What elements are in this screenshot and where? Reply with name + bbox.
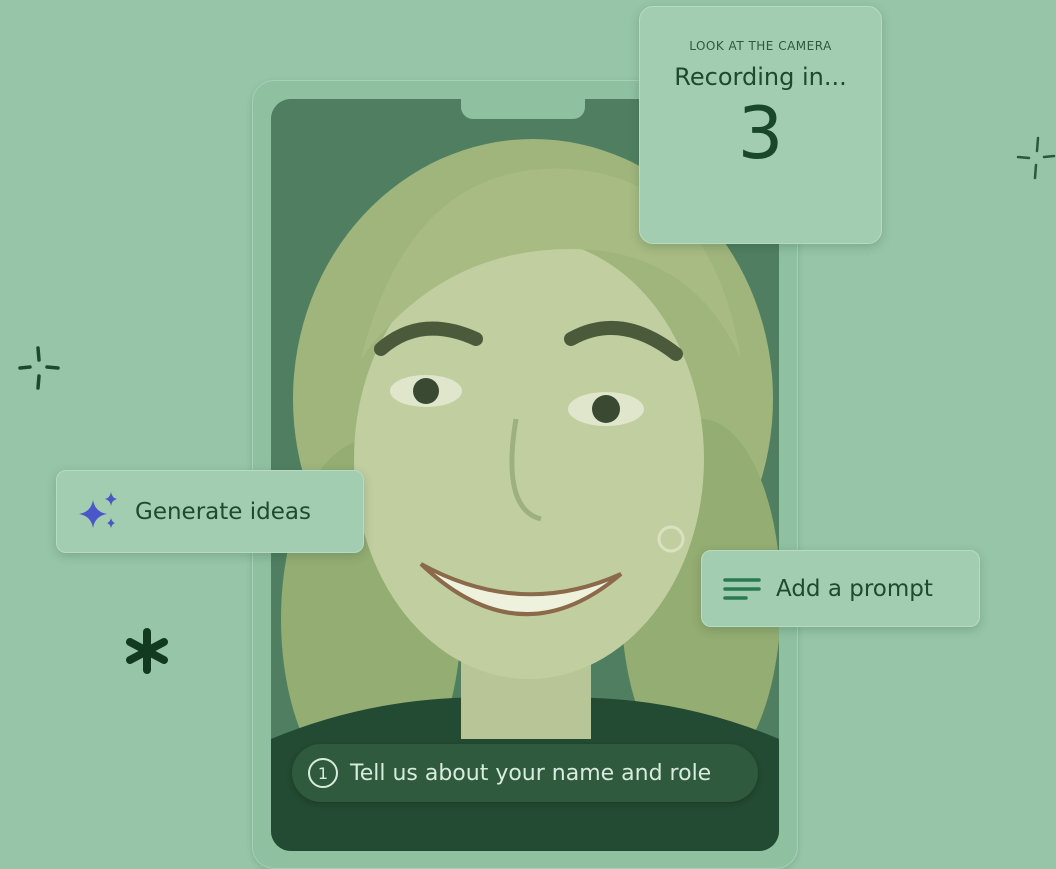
sparkle-decor-left (18, 346, 60, 390)
add-prompt-button[interactable]: Add a prompt (701, 550, 980, 627)
recording-eyebrow: LOOK AT THE CAMERA (689, 39, 832, 53)
question-number-badge: 1 (308, 758, 338, 788)
phone-notch (461, 99, 585, 119)
add-prompt-label: Add a prompt (776, 575, 933, 602)
question-text: Tell us about your name and role (350, 760, 712, 786)
sparkle-decor-right (1016, 136, 1056, 180)
asterisk-decor-icon (126, 628, 168, 674)
generate-ideas-label: Generate ideas (135, 498, 311, 525)
recording-title: Recording in... (674, 63, 847, 91)
lines-icon (722, 575, 762, 603)
recording-countdown-card: LOOK AT THE CAMERA Recording in... 3 (639, 6, 882, 244)
question-prompt-pill: 1 Tell us about your name and role (292, 744, 758, 802)
generate-ideas-button[interactable]: Generate ideas (56, 470, 364, 553)
sparkle-icon (77, 490, 121, 534)
countdown-number: 3 (737, 91, 784, 175)
